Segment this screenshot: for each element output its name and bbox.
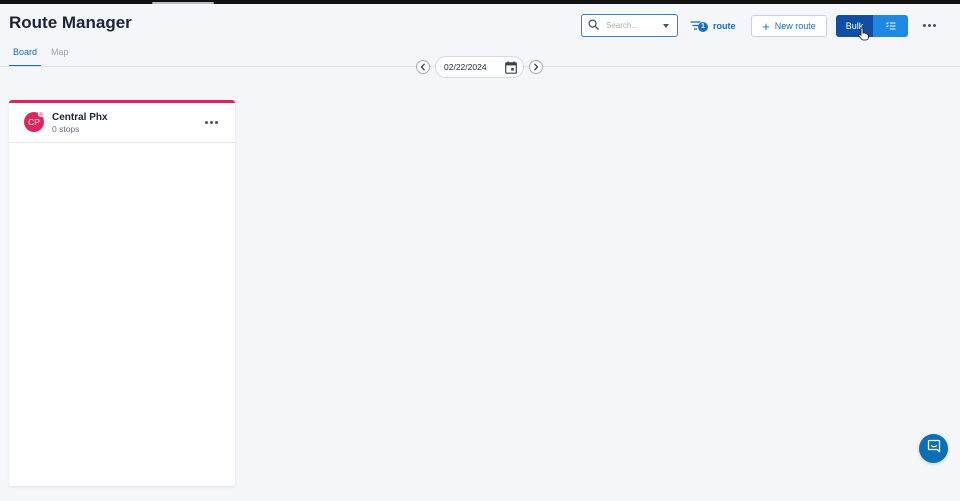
previous-date-button[interactable] (416, 60, 430, 74)
calendar-icon[interactable] (505, 61, 517, 79)
page-title: Route Manager (9, 13, 132, 32)
hand-pointer-cursor (858, 27, 869, 46)
filter-count-badge: 1 (698, 21, 708, 32)
search-icon (588, 17, 599, 35)
route-name: Central Phx (52, 112, 108, 123)
bulk-button-group: Bulk (836, 15, 908, 37)
bulk-list-button[interactable] (873, 15, 908, 37)
route-card[interactable]: CP Central Phx 0 stops (9, 100, 235, 486)
chevron-right-icon (533, 58, 539, 76)
search-input[interactable] (606, 21, 660, 30)
plus-icon: + (762, 18, 770, 34)
search-box[interactable] (581, 14, 678, 37)
more-horizontal-icon (922, 23, 937, 27)
new-route-label: New route (774, 21, 816, 31)
more-options-button[interactable] (919, 18, 939, 32)
route-stop-count: 0 stops (52, 124, 80, 134)
next-date-button[interactable] (529, 60, 543, 74)
route-card-header: CP Central Phx 0 stops (9, 103, 235, 143)
chevron-left-icon (420, 58, 426, 76)
filter-label: route (713, 21, 736, 31)
view-tabs: Board Map (9, 46, 79, 67)
route-options-button[interactable] (202, 116, 220, 128)
date-picker[interactable]: 02/22/2024 (435, 56, 524, 78)
window-top-bar (0, 0, 960, 4)
selected-date: 02/22/2024 (444, 62, 487, 72)
list-check-icon (885, 17, 896, 35)
avatar-status-dot (38, 111, 44, 117)
chat-icon (927, 439, 941, 458)
tab-board[interactable]: Board (9, 46, 42, 67)
chevron-down-icon[interactable] (663, 24, 669, 28)
tab-map[interactable]: Map (47, 46, 73, 67)
chat-launcher-button[interactable] (919, 434, 948, 463)
new-route-button[interactable]: + New route (751, 15, 827, 37)
window-handle (152, 2, 214, 4)
route-filter-button[interactable]: 1 route (690, 18, 736, 34)
more-horizontal-icon (204, 120, 219, 124)
